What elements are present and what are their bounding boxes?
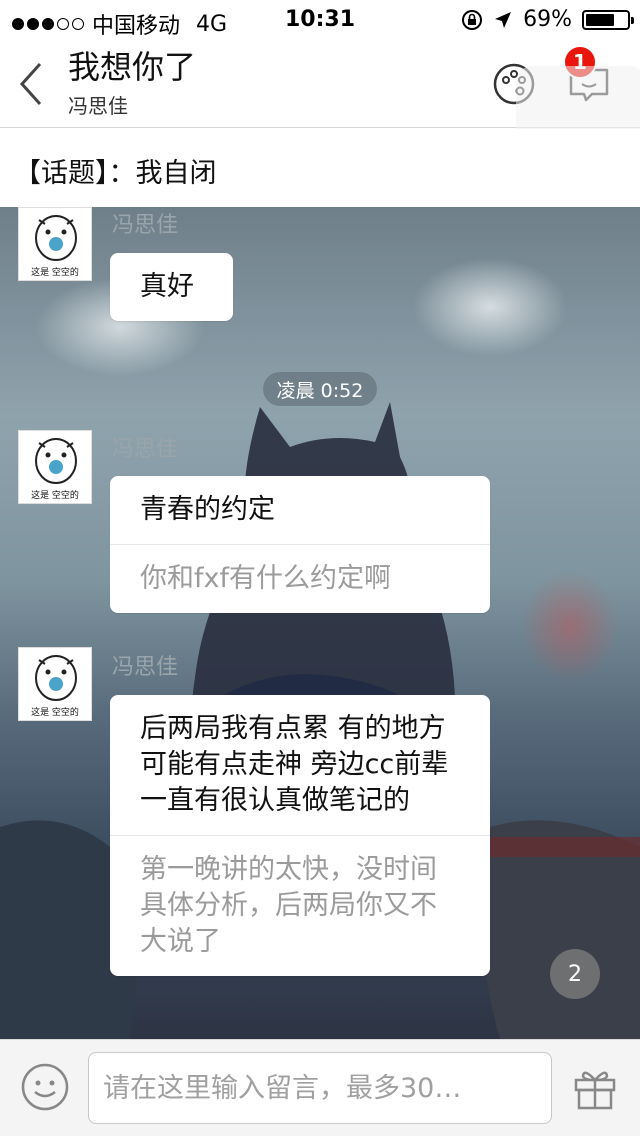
sender-name: 冯思佳: [112, 437, 179, 462]
battery-fill: [586, 13, 614, 26]
message-bubble[interactable]: 青春的约定 你和fxf有什么约定啊: [110, 476, 490, 613]
back-chevron-icon[interactable]: [14, 60, 50, 108]
status-bar: 中国移动 4G 10:31 69%: [0, 0, 640, 40]
message-input[interactable]: [88, 1052, 552, 1124]
timestamp: 凌晨 0:52: [263, 372, 377, 406]
avatar-caption: 这是 空空的: [31, 491, 79, 501]
bear-avatar-icon: [35, 655, 77, 701]
sender-name: 冯思佳: [112, 213, 179, 238]
bear-avatar-icon: [35, 438, 77, 484]
topic-banner: 【话题】：我自闭: [0, 129, 640, 207]
avatar-caption: 这是 空空的: [31, 708, 79, 718]
message-text: 青春的约定: [140, 494, 275, 525]
battery-percent: 69%: [523, 7, 572, 32]
quoted-text: 第一晚讲的太快，没时间具体分析，后两局你又不大说了: [110, 835, 490, 976]
avatar[interactable]: 这是 空空的: [18, 207, 92, 281]
message-bubble[interactable]: 后两局我有点累 有的地方可能有点走神 旁边cc前辈一直有很认真做笔记的 第一晚讲…: [110, 695, 490, 976]
gift-icon[interactable]: [570, 1062, 620, 1112]
quoted-text: 你和fxf有什么约定啊: [110, 544, 490, 613]
avatar[interactable]: 这是 空空的: [18, 430, 92, 504]
message-text: 后两局我有点累 有的地方可能有点走神 旁边cc前辈一直有很认真做笔记的: [140, 713, 449, 816]
page-subtitle: 冯思佳: [68, 94, 128, 118]
avatar[interactable]: 这是 空空的: [18, 647, 92, 721]
avatar-caption: 这是 空空的: [31, 268, 79, 278]
scroll-count-badge[interactable]: 2: [550, 949, 600, 999]
message-text: 真好: [140, 271, 194, 302]
rotation-lock-icon: [462, 9, 483, 30]
status-right: 69%: [461, 7, 634, 32]
emoji-icon[interactable]: [20, 1062, 70, 1112]
input-bar: [0, 1039, 640, 1136]
location-arrow-icon: [495, 11, 512, 28]
bear-avatar-icon: [35, 215, 77, 261]
message-bubble[interactable]: 真好: [110, 253, 233, 321]
chat-area[interactable]: 这是 空空的 冯思佳 真好 凌晨 0:52 这是 空空的 冯思佳 青春的约定 你…: [0, 207, 640, 1039]
battery-icon: [582, 9, 634, 30]
sender-name: 冯思佳: [112, 655, 179, 680]
page-title: 我想你了: [68, 48, 197, 86]
